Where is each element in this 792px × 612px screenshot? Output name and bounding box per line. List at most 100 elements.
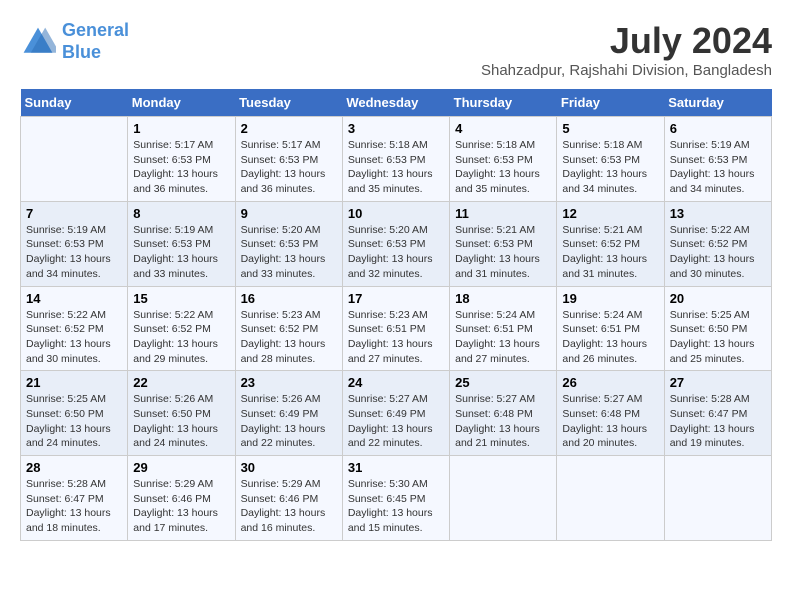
day-info: Sunrise: 5:25 AMSunset: 6:50 PMDaylight:… bbox=[670, 308, 766, 367]
calendar-cell: 10Sunrise: 5:20 AMSunset: 6:53 PMDayligh… bbox=[342, 201, 449, 286]
day-number: 20 bbox=[670, 291, 766, 306]
day-number: 2 bbox=[241, 121, 337, 136]
day-number: 28 bbox=[26, 460, 122, 475]
calendar-cell: 18 Sunrise: 5:24 AMSunset: 6:51 PMDayligh… bbox=[450, 286, 557, 371]
weekday-header-saturday: Saturday bbox=[664, 89, 771, 117]
day-number: 11 bbox=[455, 206, 551, 221]
day-number: 24 bbox=[348, 375, 444, 390]
weekday-header-sunday: Sunday bbox=[21, 89, 128, 117]
weekday-header-friday: Friday bbox=[557, 89, 664, 117]
day-info: Sunrise: 5:22 AMSunset: 6:52 PMDaylight:… bbox=[26, 308, 122, 367]
day-info: Sunrise: 5:26 AMSunset: 6:49 PMDaylight:… bbox=[241, 392, 337, 451]
day-number: 30 bbox=[241, 460, 337, 475]
calendar-cell: 28 Sunrise: 5:28 AMSunset: 6:47 PMDayligh… bbox=[21, 456, 128, 541]
day-info: Sunrise: 5:20 AMSunset: 6:53 PMDaylight:… bbox=[348, 223, 444, 282]
day-number: 12 bbox=[562, 206, 658, 221]
day-info: Sunrise: 5:24 AMSunset: 6:51 PMDaylight:… bbox=[562, 308, 658, 367]
day-number: 13 bbox=[670, 206, 766, 221]
weekday-header-monday: Monday bbox=[128, 89, 235, 117]
weekday-header-wednesday: Wednesday bbox=[342, 89, 449, 117]
calendar-cell: 29 Sunrise: 5:29 AMSunset: 6:46 PMDayligh… bbox=[128, 456, 235, 541]
calendar-table: SundayMondayTuesdayWednesdayThursdayFrid… bbox=[20, 89, 772, 541]
day-info: Sunrise: 5:19 AMSunset: 6:53 PMDaylight:… bbox=[670, 138, 766, 197]
location-subtitle: Shahzadpur, Rajshahi Division, Banglades… bbox=[481, 62, 772, 79]
calendar-cell: 23Sunrise: 5:26 AMSunset: 6:49 PMDayligh… bbox=[235, 371, 342, 456]
calendar-cell: 5Sunrise: 5:18 AMSunset: 6:53 PMDaylight… bbox=[557, 117, 664, 202]
day-number: 6 bbox=[670, 121, 766, 136]
day-number: 31 bbox=[348, 460, 444, 475]
day-number: 27 bbox=[670, 375, 766, 390]
day-info: Sunrise: 5:17 AMSunset: 6:53 PMDaylight:… bbox=[241, 138, 337, 197]
calendar-week-row: 14Sunrise: 5:22 AMSunset: 6:52 PMDayligh… bbox=[21, 286, 772, 371]
day-number: 21 bbox=[26, 375, 122, 390]
day-number: 15 bbox=[133, 291, 229, 306]
logo-icon bbox=[20, 24, 56, 60]
day-info: Sunrise: 5:27 AMSunset: 6:49 PMDaylight:… bbox=[348, 392, 444, 451]
calendar-cell: 14Sunrise: 5:22 AMSunset: 6:52 PMDayligh… bbox=[21, 286, 128, 371]
day-info: Sunrise: 5:29 AMSunset: 6:46 PMDaylight:… bbox=[133, 477, 229, 536]
day-number: 25 bbox=[455, 375, 551, 390]
calendar-cell: 12Sunrise: 5:21 AMSunset: 6:52 PMDayligh… bbox=[557, 201, 664, 286]
day-number: 8 bbox=[133, 206, 229, 221]
calendar-week-row: 7 Sunrise: 5:19 AMSunset: 6:53 PMDaylight… bbox=[21, 201, 772, 286]
calendar-cell: 4 Sunrise: 5:18 AMSunset: 6:53 PMDaylight… bbox=[450, 117, 557, 202]
day-info: Sunrise: 5:20 AMSunset: 6:53 PMDaylight:… bbox=[241, 223, 337, 282]
calendar-cell: 26 Sunrise: 5:27 AMSunset: 6:48 PMDayligh… bbox=[557, 371, 664, 456]
day-number: 9 bbox=[241, 206, 337, 221]
calendar-cell: 17Sunrise: 5:23 AMSunset: 6:51 PMDayligh… bbox=[342, 286, 449, 371]
calendar-cell: 27Sunrise: 5:28 AMSunset: 6:47 PMDayligh… bbox=[664, 371, 771, 456]
calendar-cell: 8 Sunrise: 5:19 AMSunset: 6:53 PMDaylight… bbox=[128, 201, 235, 286]
calendar-cell bbox=[450, 456, 557, 541]
day-info: Sunrise: 5:30 AMSunset: 6:45 PMDaylight:… bbox=[348, 477, 444, 536]
day-number: 22 bbox=[133, 375, 229, 390]
day-number: 1 bbox=[133, 121, 229, 136]
calendar-cell: 25Sunrise: 5:27 AMSunset: 6:48 PMDayligh… bbox=[450, 371, 557, 456]
calendar-week-row: 1 Sunrise: 5:17 AMSunset: 6:53 PMDaylight… bbox=[21, 117, 772, 202]
calendar-cell: 16 Sunrise: 5:23 AMSunset: 6:52 PMDayligh… bbox=[235, 286, 342, 371]
calendar-cell: 1 Sunrise: 5:17 AMSunset: 6:53 PMDaylight… bbox=[128, 117, 235, 202]
calendar-cell: 7 Sunrise: 5:19 AMSunset: 6:53 PMDaylight… bbox=[21, 201, 128, 286]
day-info: Sunrise: 5:28 AMSunset: 6:47 PMDaylight:… bbox=[26, 477, 122, 536]
day-info: Sunrise: 5:26 AMSunset: 6:50 PMDaylight:… bbox=[133, 392, 229, 451]
day-number: 19 bbox=[562, 291, 658, 306]
calendar-cell bbox=[21, 117, 128, 202]
day-info: Sunrise: 5:23 AMSunset: 6:51 PMDaylight:… bbox=[348, 308, 444, 367]
page-header: General Blue July 2024 Shahzadpur, Rajsh… bbox=[20, 20, 772, 79]
weekday-header-thursday: Thursday bbox=[450, 89, 557, 117]
calendar-cell: 15Sunrise: 5:22 AMSunset: 6:52 PMDayligh… bbox=[128, 286, 235, 371]
day-info: Sunrise: 5:18 AMSunset: 6:53 PMDaylight:… bbox=[562, 138, 658, 197]
day-number: 26 bbox=[562, 375, 658, 390]
calendar-cell: 24 Sunrise: 5:27 AMSunset: 6:49 PMDayligh… bbox=[342, 371, 449, 456]
day-number: 3 bbox=[348, 121, 444, 136]
day-info: Sunrise: 5:23 AMSunset: 6:52 PMDaylight:… bbox=[241, 308, 337, 367]
calendar-week-row: 28 Sunrise: 5:28 AMSunset: 6:47 PMDayligh… bbox=[21, 456, 772, 541]
calendar-cell: 13 Sunrise: 5:22 AMSunset: 6:52 PMDayligh… bbox=[664, 201, 771, 286]
calendar-cell: 2 Sunrise: 5:17 AMSunset: 6:53 PMDaylight… bbox=[235, 117, 342, 202]
day-number: 4 bbox=[455, 121, 551, 136]
day-info: Sunrise: 5:19 AMSunset: 6:53 PMDaylight:… bbox=[133, 223, 229, 282]
weekday-header-row: SundayMondayTuesdayWednesdayThursdayFrid… bbox=[21, 89, 772, 117]
calendar-cell: 22 Sunrise: 5:26 AMSunset: 6:50 PMDayligh… bbox=[128, 371, 235, 456]
day-number: 16 bbox=[241, 291, 337, 306]
calendar-cell bbox=[664, 456, 771, 541]
day-info: Sunrise: 5:19 AMSunset: 6:53 PMDaylight:… bbox=[26, 223, 122, 282]
calendar-cell: 11Sunrise: 5:21 AMSunset: 6:53 PMDayligh… bbox=[450, 201, 557, 286]
day-info: Sunrise: 5:25 AMSunset: 6:50 PMDaylight:… bbox=[26, 392, 122, 451]
calendar-cell: 6 Sunrise: 5:19 AMSunset: 6:53 PMDaylight… bbox=[664, 117, 771, 202]
day-info: Sunrise: 5:22 AMSunset: 6:52 PMDaylight:… bbox=[670, 223, 766, 282]
day-number: 7 bbox=[26, 206, 122, 221]
day-info: Sunrise: 5:17 AMSunset: 6:53 PMDaylight:… bbox=[133, 138, 229, 197]
day-number: 18 bbox=[455, 291, 551, 306]
day-info: Sunrise: 5:24 AMSunset: 6:51 PMDaylight:… bbox=[455, 308, 551, 367]
day-info: Sunrise: 5:18 AMSunset: 6:53 PMDaylight:… bbox=[348, 138, 444, 197]
logo-text: General Blue bbox=[62, 20, 129, 63]
calendar-cell bbox=[557, 456, 664, 541]
calendar-cell: 9 Sunrise: 5:20 AMSunset: 6:53 PMDaylight… bbox=[235, 201, 342, 286]
day-number: 29 bbox=[133, 460, 229, 475]
calendar-cell: 19 Sunrise: 5:24 AMSunset: 6:51 PMDayligh… bbox=[557, 286, 664, 371]
calendar-cell: 31 Sunrise: 5:30 AMSunset: 6:45 PMDayligh… bbox=[342, 456, 449, 541]
day-info: Sunrise: 5:27 AMSunset: 6:48 PMDaylight:… bbox=[562, 392, 658, 451]
weekday-header-tuesday: Tuesday bbox=[235, 89, 342, 117]
day-info: Sunrise: 5:18 AMSunset: 6:53 PMDaylight:… bbox=[455, 138, 551, 197]
calendar-cell: 20 Sunrise: 5:25 AMSunset: 6:50 PMDayligh… bbox=[664, 286, 771, 371]
